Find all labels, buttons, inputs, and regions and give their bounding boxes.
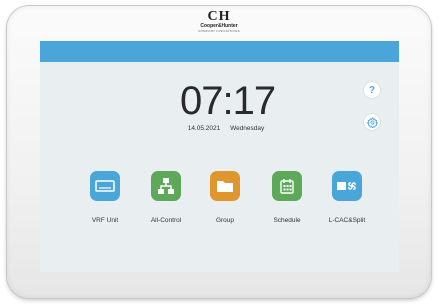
- settings-button[interactable]: [364, 114, 380, 130]
- app-label-vrf-unit: VRF Unit: [91, 217, 119, 224]
- all-control-icon: [158, 178, 174, 194]
- clock-date-line: 14.05.2021 Wednesday: [172, 125, 280, 132]
- top-bar: [40, 41, 399, 62]
- app-label-l-cac-split: L-CAC&Split: [328, 217, 366, 224]
- help-button[interactable]: ?: [364, 82, 380, 98]
- touch-screen: 07:17 14.05.2021 Wednesday ? VRF Unit Al…: [40, 41, 399, 272]
- app-tile-schedule[interactable]: [272, 171, 302, 201]
- group-folder-icon: [217, 181, 233, 192]
- brand-logo: CH Cooper&Hunter COMFORT INNOVATIONS: [184, 10, 254, 38]
- app-tile-group[interactable]: [210, 171, 240, 201]
- clock-date: 14.05.2021: [187, 125, 221, 132]
- gear-icon: [366, 116, 378, 128]
- brand-mark: CH: [207, 9, 231, 24]
- help-icon: ?: [368, 84, 376, 96]
- app-tile-all-control[interactable]: [151, 171, 181, 201]
- app-label-group: Group: [215, 217, 235, 224]
- l-cac-split-icon: [337, 182, 356, 190]
- clock-weekday: Wednesday: [230, 125, 265, 132]
- app-tile-vrf-unit[interactable]: [90, 171, 120, 201]
- brand-tagline: COMFORT INNOVATIONS: [198, 29, 240, 33]
- clock-time: 07:17: [180, 79, 276, 123]
- app-tile-l-cac-split[interactable]: [332, 171, 362, 201]
- vrf-unit-icon: [95, 180, 115, 192]
- schedule-calendar-icon: [280, 179, 294, 194]
